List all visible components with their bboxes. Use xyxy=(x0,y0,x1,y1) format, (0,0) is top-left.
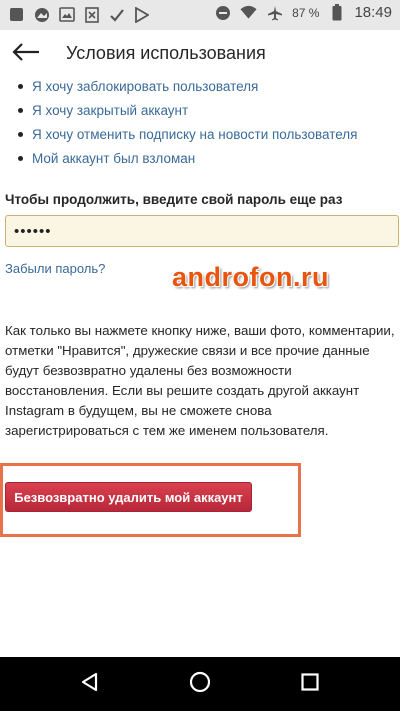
password-input[interactable] xyxy=(5,215,399,247)
back-triangle-icon xyxy=(80,672,100,697)
nav-back-button[interactable] xyxy=(76,670,104,698)
airplane-icon xyxy=(266,4,283,21)
status-bar: 87 % 18:49 xyxy=(0,0,400,30)
back-button[interactable] xyxy=(8,36,44,72)
status-bar-notifications xyxy=(8,6,150,23)
navigation-bar xyxy=(0,657,400,711)
forgot-password-link[interactable]: Забыли пароль? xyxy=(5,261,105,276)
notification-square-icon xyxy=(8,6,25,23)
check-icon xyxy=(108,6,125,23)
gallery-icon xyxy=(58,6,75,23)
nav-home-button[interactable] xyxy=(186,670,214,698)
watermark: androfon.ru xyxy=(172,262,329,292)
recents-square-icon xyxy=(301,672,319,696)
list-item: Я хочу закрытый аккаунт xyxy=(18,100,188,120)
play-store-icon xyxy=(133,6,150,23)
nav-recents-button[interactable] xyxy=(296,670,324,698)
home-circle-icon xyxy=(189,671,211,698)
do-not-disturb-icon xyxy=(214,4,231,21)
battery-percent: 87 % xyxy=(292,5,320,20)
status-bar-system: 87 % 18:49 xyxy=(214,4,392,21)
link-account-hacked[interactable]: Мой аккаунт был взломан xyxy=(32,151,195,166)
status-time: 18:49 xyxy=(354,4,392,21)
bullet-dot xyxy=(18,107,23,113)
page-title: Условия использования xyxy=(66,43,266,63)
photos-icon xyxy=(33,6,50,23)
link-private-account[interactable]: Я хочу закрытый аккаунт xyxy=(32,103,188,118)
list-item: Мой аккаунт был взломан xyxy=(18,148,195,168)
delete-account-button[interactable]: Безвозвратно удалить мой аккаунт xyxy=(5,482,252,512)
bullet-dot xyxy=(18,155,23,161)
bullet-dot xyxy=(18,131,23,137)
bullet-dot xyxy=(18,83,23,89)
link-block-user[interactable]: Я хочу заблокировать пользователя xyxy=(32,79,258,94)
list-item: Я хочу заблокировать пользователя xyxy=(18,76,258,96)
wifi-icon xyxy=(240,4,257,21)
blocked-file-icon xyxy=(83,6,100,23)
list-item: Я хочу отменить подписку на новости поль… xyxy=(18,124,357,144)
app-bar: Условия использования xyxy=(0,30,400,78)
deletion-warning-text: Как только вы нажмете кнопку ниже, ваши … xyxy=(5,323,395,438)
battery-icon xyxy=(328,4,345,21)
arrow-left-icon xyxy=(12,42,40,67)
password-label: Чтобы продолжить, введите свой пароль ещ… xyxy=(5,192,343,207)
link-unfollow-user[interactable]: Я хочу отменить подписку на новости поль… xyxy=(32,127,357,142)
